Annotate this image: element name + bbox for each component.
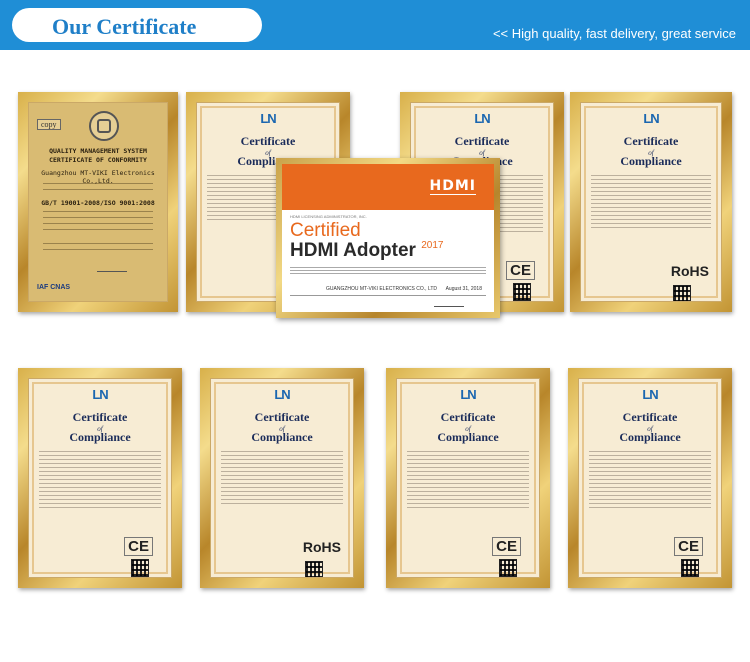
- fine-print: [290, 267, 486, 276]
- adopter-date: August 31, 2018: [445, 286, 482, 292]
- qms-title-line2: CERTIFICATE OF CONFORMITY: [49, 156, 147, 164]
- fine-print: [221, 451, 343, 507]
- hdmi-adopter-label: HDMI Adopter 2017: [290, 240, 444, 261]
- compliance-certificate-frame: LN Certificate of Compliance CE: [18, 368, 182, 588]
- qr-code-icon: [499, 559, 517, 577]
- certified-label: Certified: [290, 220, 361, 241]
- text-line: [43, 249, 153, 250]
- text-line: [43, 217, 153, 218]
- qr-code-icon: [131, 559, 149, 577]
- qms-certificate: copy QUALITY MANAGEMENT SYSTEM CERTIFICA…: [28, 102, 168, 302]
- fine-print: [407, 451, 529, 511]
- certificate-subtitle: Compliance: [620, 154, 682, 168]
- qr-code-icon: [513, 283, 531, 301]
- brand-logo: LN: [460, 387, 476, 402]
- certification-seal-icon: [89, 111, 119, 141]
- accreditation-logos: IAF CNAS: [37, 284, 71, 291]
- rohs-mark-icon: RoHS: [670, 263, 709, 279]
- ce-mark-icon: CE: [492, 537, 521, 556]
- qr-code-icon: [305, 561, 323, 577]
- certificate-title: Certificate: [72, 410, 128, 424]
- tagline: << High quality, fast delivery, great se…: [492, 26, 736, 41]
- qms-standard: GB/T 19001-2008/ISO 9001:2008: [41, 199, 155, 207]
- title-pill: Our Certificate: [12, 8, 262, 42]
- brand-logo: LN: [260, 111, 276, 126]
- hdmi-orange-band: HDMI: [282, 164, 494, 210]
- certificate-title: Certificate: [254, 410, 310, 424]
- certificate-title: Certificate: [454, 134, 510, 148]
- compliance-certificate: LN Certificate of Compliance CE: [28, 378, 172, 578]
- qms-title-line1: QUALITY MANAGEMENT SYSTEM: [49, 147, 147, 155]
- text-line: [43, 183, 153, 184]
- compliance-certificate-frame: LN Certificate of Compliance CE: [568, 368, 732, 588]
- copy-stamp: copy: [37, 119, 61, 130]
- text-line: [43, 211, 153, 212]
- text-line: [43, 229, 153, 230]
- certificate-subtitle: Compliance: [437, 430, 499, 444]
- qr-code-icon: [673, 285, 691, 301]
- hdmi-adopter-certificate: HDMI HDMI LICENSING ADMINISTRATOR, INC. …: [276, 158, 500, 318]
- qms-certificate-frame: copy QUALITY MANAGEMENT SYSTEM CERTIFICA…: [18, 92, 178, 312]
- hdmi-administrator: HDMI LICENSING ADMINISTRATOR, INC.: [290, 214, 367, 219]
- certificate-title: Certificate: [622, 410, 678, 424]
- brand-logo: LN: [474, 111, 490, 126]
- brand-logo: LN: [642, 387, 658, 402]
- fine-print: [39, 451, 161, 511]
- certificate-title: Certificate: [240, 134, 296, 148]
- text-line: [43, 243, 153, 244]
- fine-print: [591, 175, 711, 231]
- compliance-certificate-frame: LN Certificate of Compliance RoHS: [200, 368, 364, 588]
- signature: [434, 300, 464, 307]
- certificate-subtitle: Compliance: [251, 430, 313, 444]
- compliance-certificate: LN Certificate of Compliance RoHS: [580, 102, 722, 302]
- adopter-company: GUANGZHOU MT-VIKI ELECTRONICS CO., LTD: [326, 286, 438, 292]
- signature: [97, 263, 127, 272]
- ce-mark-icon: CE: [506, 261, 535, 280]
- header-bar: Our Certificate << High quality, fast de…: [0, 0, 750, 50]
- compliance-certificate: LN Certificate of Compliance CE: [578, 378, 722, 578]
- compliance-certificate-frame: LN Certificate of Compliance CE: [386, 368, 550, 588]
- brand-logo: LN: [643, 111, 659, 126]
- adopter-year: 2017: [421, 240, 444, 251]
- fine-print: [589, 451, 711, 511]
- compliance-certificate: LN Certificate of Compliance RoHS: [210, 378, 354, 578]
- brand-logo: LN: [274, 387, 290, 402]
- ce-mark-icon: CE: [124, 537, 153, 556]
- text-line: [43, 223, 153, 224]
- text-line: [43, 189, 153, 190]
- compliance-certificate-frame: LN Certificate of Compliance RoHS: [570, 92, 732, 312]
- certificate-title: Certificate: [440, 410, 496, 424]
- ce-mark-icon: CE: [674, 537, 703, 556]
- brand-logo: LN: [92, 387, 108, 402]
- rohs-mark-icon: RoHS: [302, 539, 341, 555]
- certificate-title: Certificate: [623, 134, 679, 148]
- hdmi-logo: HDMI: [429, 178, 476, 195]
- qr-code-icon: [681, 559, 699, 577]
- page-title: Our Certificate: [52, 14, 197, 39]
- compliance-certificate: LN Certificate of Compliance CE: [396, 378, 540, 578]
- certificate-subtitle: Compliance: [619, 430, 681, 444]
- certificate-subtitle: Compliance: [69, 430, 131, 444]
